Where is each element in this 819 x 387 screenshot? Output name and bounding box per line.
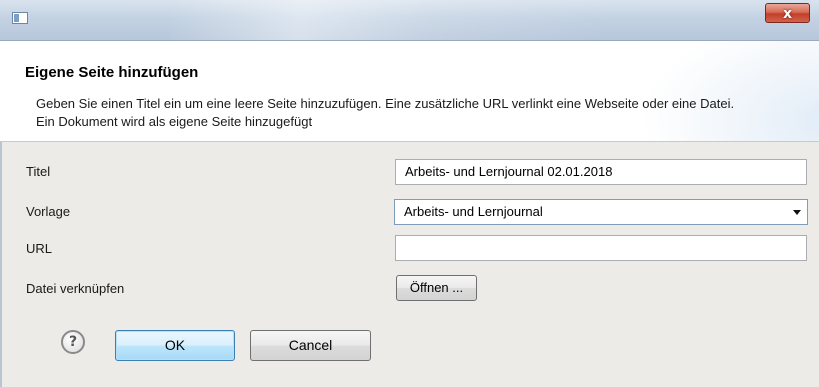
url-label: URL <box>26 241 53 256</box>
title-label: Titel <box>26 164 51 179</box>
dialog-title: Eigene Seite hinzufügen <box>25 64 199 81</box>
file-link-label: Datei verknüpfen <box>26 281 125 296</box>
dialog-description: Geben Sie einen Titel ein um eine leere … <box>36 96 735 129</box>
close-button[interactable]: x <box>765 3 810 23</box>
template-select[interactable]: Arbeits- und Lernjournal <box>394 199 808 225</box>
help-icon[interactable]: ? <box>61 330 85 354</box>
chevron-down-icon[interactable] <box>793 210 801 215</box>
cancel-button[interactable]: Cancel <box>250 330 371 361</box>
template-label: Vorlage <box>26 204 71 219</box>
dialog-window: x Eigene Seite hinzufügen Geben Sie eine… <box>0 0 819 387</box>
ok-button[interactable]: OK <box>115 330 235 361</box>
title-bar-highlight <box>170 0 610 40</box>
dialog-header: Eigene Seite hinzufügen Geben Sie einen … <box>0 41 819 142</box>
url-input[interactable] <box>395 235 807 261</box>
window-app-icon <box>12 12 28 24</box>
open-file-button[interactable]: Öffnen ... <box>396 275 477 301</box>
title-input[interactable]: Arbeits- und Lernjournal 02.01.2018 <box>395 159 807 185</box>
template-select-value: Arbeits- und Lernjournal <box>404 204 543 219</box>
title-bar[interactable]: x <box>0 0 819 41</box>
